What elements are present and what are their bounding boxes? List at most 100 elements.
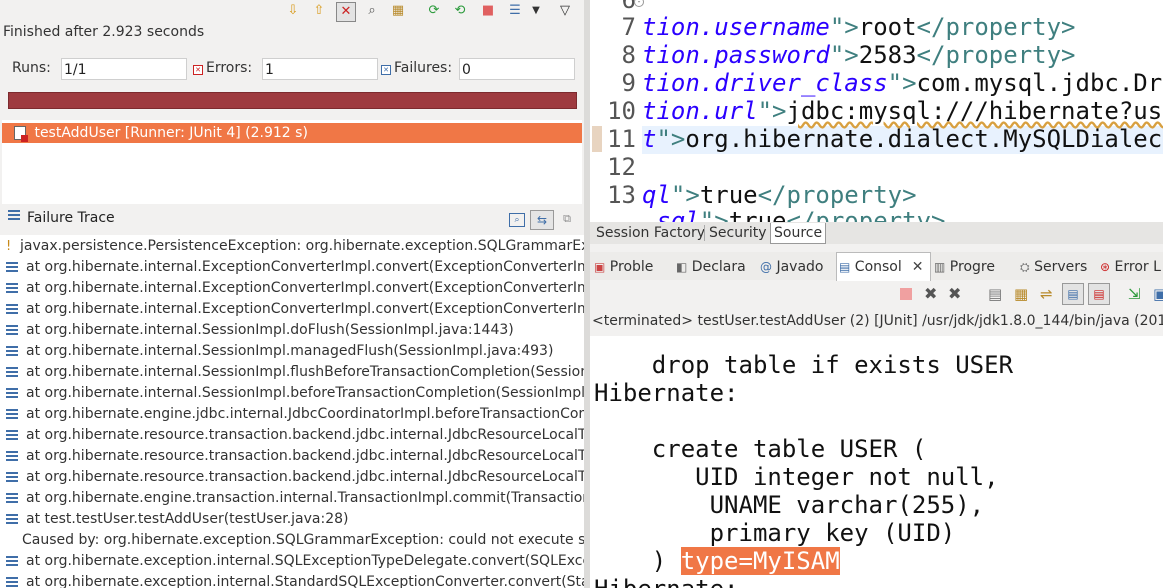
trace-line[interactable]: at org.hibernate.engine.transaction.inte… bbox=[0, 488, 584, 509]
tab-declaration[interactable]: ◧ Declara bbox=[676, 256, 746, 278]
show-on-stderr-icon[interactable]: ▤ bbox=[1088, 283, 1110, 305]
tab-progress[interactable]: ▥ Progre bbox=[934, 256, 995, 278]
failure-trace-list[interactable]: ! javax.persistence.PersistenceException:… bbox=[0, 235, 584, 588]
tab-servers[interactable]: ⛭ Servers bbox=[1020, 256, 1087, 278]
tab-javadoc[interactable]: @ Javado bbox=[760, 256, 823, 278]
console-description: <terminated> testUser.testAddUser (2) [J… bbox=[592, 313, 1163, 329]
trace-line[interactable]: at org.hibernate.internal.SessionImpl.ma… bbox=[0, 341, 584, 362]
previous-failure-icon[interactable]: ⇧ bbox=[310, 2, 328, 20]
word-wrap-icon[interactable]: ⇌ bbox=[1040, 285, 1053, 303]
trace-line[interactable]: at org.hibernate.internal.ExceptionConve… bbox=[0, 257, 584, 278]
progress-bar bbox=[8, 92, 577, 109]
stack-frame-icon bbox=[6, 493, 18, 503]
trace-line[interactable]: at org.hibernate.internal.SessionImpl.do… bbox=[0, 320, 584, 341]
remove-launch-icon[interactable]: ✖ bbox=[924, 284, 937, 303]
console-line: UNAME varchar(255), bbox=[594, 491, 985, 519]
trace-line[interactable]: ! javax.persistence.PersistenceException:… bbox=[0, 236, 584, 257]
rerun-icon[interactable]: ⟳ bbox=[425, 2, 443, 20]
console-line: Hibernate: bbox=[594, 379, 753, 407]
view-tabs: ▣ Proble ◧ Declara @ Javado ▤ Consol ✕ ▥ … bbox=[590, 252, 1163, 281]
test-item[interactable]: testAddUser [Runner: JUnit 4] (2.912 s) bbox=[2, 123, 582, 143]
test-item-label: testAddUser [Runner: JUnit 4] (2.912 s) bbox=[34, 125, 308, 141]
show-on-stdout-icon[interactable]: ▤ bbox=[1062, 283, 1084, 305]
tab-security[interactable]: Security bbox=[706, 223, 770, 243]
stack-frame-icon bbox=[6, 346, 18, 356]
rerun-failed-first-icon[interactable]: ⟲ bbox=[451, 2, 469, 20]
line-number: 6 bbox=[621, 0, 636, 14]
trace-line[interactable]: Caused by: org.hibernate.exception.SQLGr… bbox=[0, 530, 584, 551]
compare-result-icon[interactable]: ⌕ bbox=[509, 213, 525, 227]
tab-problems[interactable]: ▣ Proble bbox=[594, 256, 653, 278]
errors-value: 1 bbox=[262, 58, 378, 80]
line-number: 8 bbox=[621, 41, 636, 69]
test-tree[interactable]: testAddUser [Runner: JUnit 4] (2.912 s) bbox=[2, 120, 582, 204]
pin-console-icon[interactable]: ⇲ bbox=[1128, 285, 1141, 303]
trace-line[interactable]: at org.hibernate.engine.jdbc.internal.Jd… bbox=[0, 404, 584, 425]
stack-frame-icon bbox=[6, 262, 18, 272]
remove-all-icon[interactable]: ✖ bbox=[948, 284, 961, 303]
line-number: 12 bbox=[607, 153, 636, 181]
junit-view: ⇩ ⇧ ✕ ⌕ ▦ ⟳ ⟲ ■ ☰ ▼ ▽ Finished after 2.9… bbox=[0, 0, 584, 588]
line-number: 10 bbox=[607, 97, 636, 125]
failure-trace-header: Failure Trace ⌕ ⇆ ⧉ bbox=[0, 207, 584, 233]
line-number: 7 bbox=[621, 13, 636, 41]
tab-error-log[interactable]: ⊛ Error L bbox=[1100, 256, 1161, 278]
test-run-history-icon[interactable]: ☰ bbox=[506, 2, 524, 20]
junit-toolbar: ⇩ ⇧ ✕ ⌕ ▦ ⟳ ⟲ ■ ☰ ▼ ▽ bbox=[0, 0, 584, 24]
close-icon[interactable]: ✕ bbox=[912, 259, 924, 275]
line-number: 13 bbox=[607, 181, 636, 209]
open-console-icon[interactable]: ▣ bbox=[1153, 285, 1163, 303]
stack-frame-icon bbox=[6, 325, 18, 335]
tab-divider bbox=[704, 225, 705, 241]
trace-line[interactable]: at org.hibernate.internal.ExceptionConve… bbox=[0, 278, 584, 299]
view-menu-icon[interactable]: ▽ bbox=[556, 2, 574, 20]
scroll-lock-icon[interactable]: ⌕ bbox=[363, 2, 381, 20]
console-line: primary key (UID) bbox=[594, 519, 956, 547]
trace-line[interactable]: at test.testUser.testAddUser(testUser.ja… bbox=[0, 509, 584, 530]
next-failure-icon[interactable]: ⇩ bbox=[284, 2, 302, 20]
trace-line[interactable]: at org.hibernate.exception.internal.SQLE… bbox=[0, 551, 584, 572]
stack-frame-icon bbox=[6, 388, 18, 398]
line-number: 9 bbox=[621, 69, 636, 97]
code-line: tion.password">2583</property> bbox=[642, 41, 1076, 69]
tab-console[interactable]: ▤ Consol ✕ bbox=[836, 252, 931, 281]
trace-line[interactable]: at org.hibernate.resource.transaction.ba… bbox=[0, 467, 584, 488]
xml-editor[interactable]: 6 - 7 tion.username">root</property> 8 t… bbox=[590, 0, 1163, 222]
status-text: Finished after 2.923 seconds bbox=[3, 24, 205, 40]
stack-frame-icon bbox=[6, 577, 18, 587]
terminate-icon[interactable] bbox=[900, 288, 912, 300]
trace-line[interactable]: at org.hibernate.internal.SessionImpl.fl… bbox=[0, 362, 584, 383]
console-line: UID integer not null, bbox=[594, 463, 999, 491]
scroll-lock-console-icon[interactable]: ▦ bbox=[1014, 285, 1028, 303]
console-line: create table USER ( bbox=[594, 435, 927, 463]
console-icon: ▤ bbox=[839, 260, 851, 274]
trace-line[interactable]: at org.hibernate.internal.ExceptionConve… bbox=[0, 299, 584, 320]
line-number: 11 bbox=[607, 125, 636, 153]
stack-frame-icon bbox=[6, 409, 18, 419]
filter-stack-icon[interactable]: ⇆ bbox=[530, 210, 554, 230]
trace-line[interactable]: at org.hibernate.exception.internal.Stan… bbox=[0, 572, 584, 588]
stack-frame-icon bbox=[6, 451, 18, 461]
counters-bar: Runs: 1/1 ✕ Errors: 1 ✕ Failures: 0 bbox=[4, 58, 580, 82]
clear-console-icon[interactable]: ▤ bbox=[988, 285, 1002, 303]
stack-frame-icon bbox=[6, 283, 18, 293]
trace-line[interactable]: at org.hibernate.resource.transaction.ba… bbox=[0, 425, 584, 446]
stack-frame-icon bbox=[6, 367, 18, 377]
stop-icon[interactable]: ■ bbox=[479, 2, 497, 20]
history-icon[interactable]: ▦ bbox=[389, 2, 407, 20]
copy-trace-icon[interactable]: ⧉ bbox=[560, 213, 574, 225]
servers-icon: ⛭ bbox=[1020, 260, 1030, 274]
history-dropdown-icon[interactable]: ▼ bbox=[527, 2, 545, 20]
trace-line[interactable]: at org.hibernate.internal.SessionImpl.be… bbox=[0, 383, 584, 404]
trace-line[interactable]: at org.hibernate.resource.transaction.ba… bbox=[0, 446, 584, 467]
code-line: t">org.hibernate.dialect.MySQLDialect< bbox=[642, 125, 1163, 153]
tab-source[interactable]: Source bbox=[770, 223, 827, 244]
tab-session-factory[interactable]: Session Factory bbox=[593, 223, 708, 243]
fold-icon: - bbox=[634, 0, 644, 7]
show-failures-only-icon[interactable]: ✕ bbox=[336, 2, 356, 22]
stack-frame-icon bbox=[6, 514, 18, 524]
error-log-icon: ⊛ bbox=[1100, 260, 1111, 274]
stack-frame-icon bbox=[6, 472, 18, 482]
console-output[interactable]: drop table if exists USER Hibernate: cre… bbox=[590, 336, 1163, 588]
exception-icon: ! bbox=[6, 239, 12, 254]
